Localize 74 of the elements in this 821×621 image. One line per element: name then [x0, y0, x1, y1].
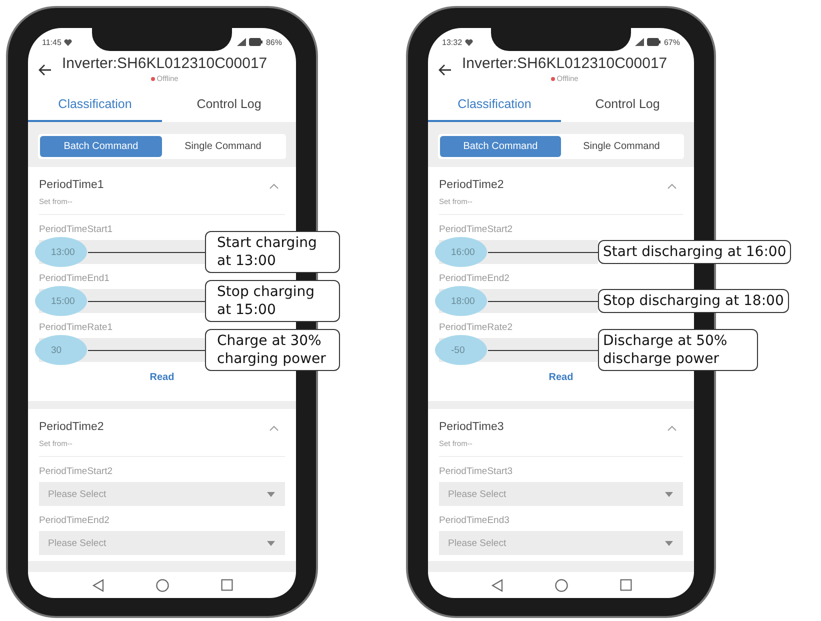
section-title: PeriodTime1	[39, 179, 104, 191]
signal-icon	[634, 38, 644, 46]
caret-icon	[665, 540, 673, 546]
highlight-oval	[35, 286, 87, 316]
chevron-up-icon[interactable]	[667, 183, 677, 189]
dropdown-field[interactable]: Please Select	[439, 531, 683, 555]
section-title: PeriodTime3	[439, 421, 504, 433]
field-label: PeriodTimeStart1	[39, 224, 113, 235]
chevron-up-icon[interactable]	[269, 183, 279, 189]
segment-option[interactable]: Single Command	[162, 136, 284, 157]
segment-option[interactable]: Single Command	[561, 136, 682, 157]
status-dot	[150, 76, 155, 80]
callout-box: Charge at 30% charging power	[205, 329, 340, 371]
section-title: PeriodTime2	[439, 179, 504, 191]
chevron-up-icon[interactable]	[269, 425, 279, 431]
back-arrow-icon[interactable]	[38, 64, 52, 76]
callout-box: Stop charging at 15:00	[205, 280, 340, 322]
status-time: 13:32	[442, 38, 462, 46]
heart-icon	[465, 38, 474, 46]
caret-icon	[665, 492, 673, 496]
callout-box: Stop discharging at 18:00	[598, 289, 789, 313]
dropdown-field[interactable]: Please Select	[39, 531, 285, 555]
callout-box: Discharge at 50% discharge power	[598, 329, 758, 371]
highlight-oval	[435, 286, 487, 316]
field-label: PeriodTimeRate1	[39, 322, 113, 333]
device-title: Inverter:SH6KL012310C00017	[62, 55, 268, 72]
caret-icon	[267, 540, 275, 546]
home-circle-icon[interactable]	[156, 578, 168, 592]
field-value: 16:00	[451, 246, 475, 258]
field-label: PeriodTimeRate2	[439, 322, 513, 333]
field-label: PeriodTimeEnd3	[439, 515, 510, 526]
heart-icon	[64, 38, 72, 46]
device-title: Inverter:SH6KL012310C00017	[462, 55, 668, 72]
battery-icon	[248, 38, 263, 46]
home-circle-icon[interactable]	[554, 578, 568, 592]
chevron-up-icon[interactable]	[667, 425, 677, 431]
battery-icon	[646, 38, 661, 46]
highlight-oval	[35, 335, 87, 365]
field-label: PeriodTimeStart2	[439, 224, 513, 235]
tab[interactable]: Control Log	[561, 89, 694, 122]
dropdown-field[interactable]: Please Select	[439, 482, 683, 506]
back-arrow-icon[interactable]	[438, 64, 452, 76]
field-value: 13:00	[51, 246, 75, 258]
field-label: PeriodTimeEnd2	[439, 273, 510, 284]
field-label: PeriodTimeStart3	[439, 466, 513, 477]
field-value: 30	[51, 344, 62, 356]
highlight-oval	[435, 237, 487, 267]
battery-percentage: 86%	[266, 38, 282, 46]
section-title: PeriodTime2	[39, 421, 104, 433]
battery-percentage: 67%	[664, 38, 680, 46]
field-value: 18:00	[451, 296, 475, 306]
back-triangle-icon[interactable]	[490, 578, 502, 592]
field-value: 15:00	[51, 296, 75, 306]
signal-icon	[236, 38, 246, 46]
back-triangle-icon[interactable]	[92, 578, 104, 592]
read-button[interactable]: Read	[531, 372, 591, 383]
field-label: PeriodTimeEnd1	[39, 273, 110, 284]
square-icon[interactable]	[620, 579, 632, 591]
field-label: PeriodTimeStart2	[39, 466, 113, 477]
field-value: -50	[451, 344, 465, 356]
callout-box: Start charging at 13:00	[205, 231, 340, 273]
callout-box: Start discharging at 16:00	[598, 240, 792, 264]
read-button[interactable]: Read	[132, 372, 192, 383]
tab[interactable]: Control Log	[162, 89, 296, 122]
field-label: PeriodTimeEnd2	[39, 515, 110, 526]
highlight-oval	[35, 237, 87, 267]
caret-icon	[267, 492, 275, 496]
status-dot	[550, 76, 555, 80]
dropdown-field[interactable]: Please Select	[39, 482, 285, 506]
status-time: 11:45	[42, 38, 62, 46]
highlight-oval	[435, 335, 487, 365]
segment-option[interactable]: Batch Command	[40, 136, 162, 157]
segment-option[interactable]: Batch Command	[440, 136, 561, 157]
square-icon[interactable]	[220, 579, 232, 591]
